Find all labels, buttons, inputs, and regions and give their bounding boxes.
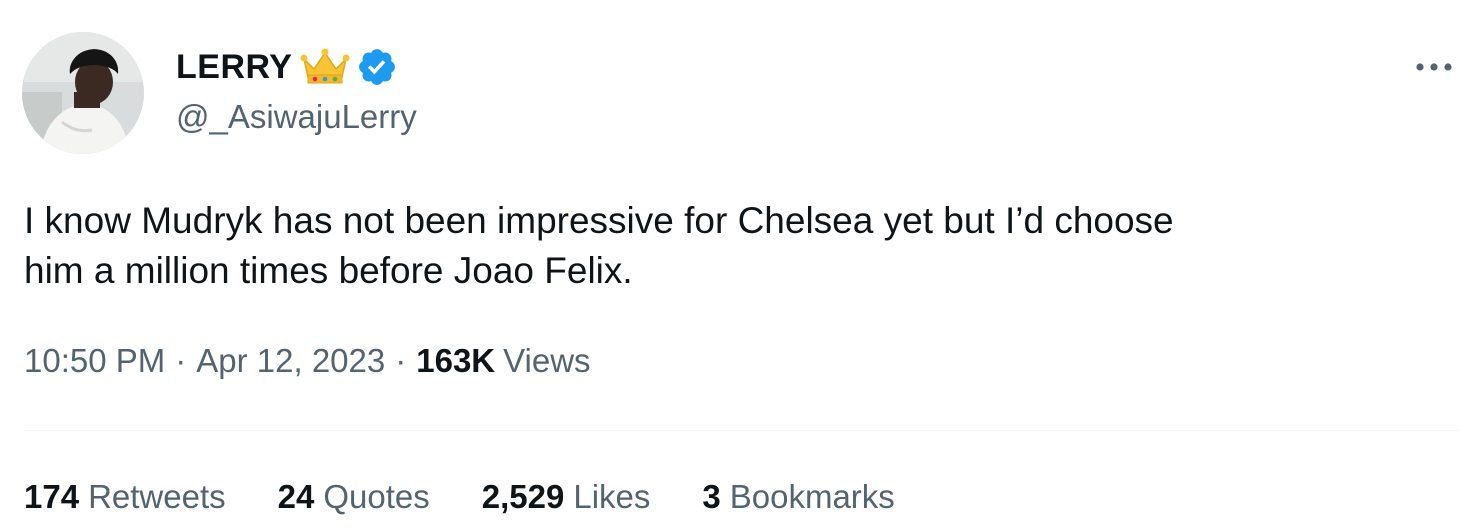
meta-separator: · [175, 342, 187, 379]
author-handle[interactable]: @_AsiwajuLerry [176, 98, 417, 136]
author-name-row: LERRY [176, 44, 398, 90]
tweet-text: I know Mudryk has not been impressive fo… [24, 200, 1174, 291]
tweet-meta: 10:50 PM · Apr 12, 2023 · 163K Views [24, 342, 591, 380]
stat-label: Bookmarks [729, 478, 895, 515]
stat-retweets[interactable]: 174 Retweets [24, 478, 226, 516]
avatar-image [22, 32, 144, 154]
tweet-time[interactable]: 10:50 PM [24, 342, 165, 380]
views-count: 163K [416, 342, 496, 379]
avatar[interactable] [22, 32, 144, 154]
display-name[interactable]: LERRY [176, 48, 292, 87]
more-horizontal-icon [1416, 63, 1452, 71]
engagement-stats: 174 Retweets 24 Quotes 2,529 Likes 3 Boo… [24, 478, 947, 516]
stat-likes[interactable]: 2,529 Likes [482, 478, 651, 516]
stat-count: 24 [277, 478, 315, 515]
stat-label: Likes [573, 478, 651, 515]
stat-quotes[interactable]: 24 Quotes [278, 478, 430, 516]
tweet-card: LERRY @_AsiwajuLerry I know Mudryk has n… [0, 0, 1460, 532]
stat-count: 174 [24, 478, 80, 515]
crown-icon [300, 47, 350, 87]
divider [24, 430, 1460, 431]
stat-label: Quotes [323, 478, 430, 515]
stat-count: 2,529 [481, 478, 565, 515]
stat-bookmarks[interactable]: 3 Bookmarks [702, 478, 894, 516]
meta-separator: · [395, 342, 407, 379]
tweet-date[interactable]: Apr 12, 2023 [196, 342, 385, 380]
stat-count: 3 [702, 478, 721, 515]
stat-label: Retweets [88, 478, 226, 515]
views-label: Views [503, 342, 591, 379]
verified-badge-icon[interactable] [356, 46, 398, 88]
more-options-button[interactable] [1412, 52, 1456, 82]
